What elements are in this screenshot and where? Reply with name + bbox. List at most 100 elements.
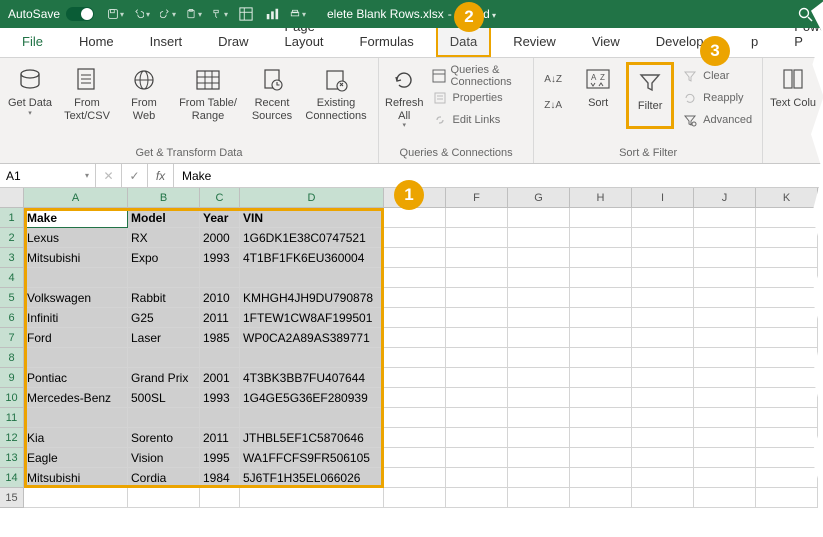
cell[interactable] xyxy=(446,328,508,348)
cell[interactable] xyxy=(756,448,818,468)
cell[interactable] xyxy=(756,328,818,348)
from-web-button[interactable]: From Web xyxy=(120,62,168,123)
cell[interactable]: WP0CA2A89AS389771 xyxy=(240,328,384,348)
cell[interactable] xyxy=(240,408,384,428)
cell[interactable] xyxy=(446,448,508,468)
col-header-g[interactable]: G xyxy=(508,188,570,207)
cancel-edit-icon[interactable]: ✕ xyxy=(96,164,122,187)
cell[interactable] xyxy=(756,268,818,288)
cell[interactable] xyxy=(756,208,818,228)
tab-help[interactable]: p xyxy=(737,26,772,57)
queries-connections-button[interactable]: Queries & Connections xyxy=(428,66,528,86)
cell[interactable]: 1995 xyxy=(200,448,240,468)
cell[interactable] xyxy=(756,428,818,448)
pivot-icon[interactable] xyxy=(238,6,254,22)
cell[interactable] xyxy=(632,268,694,288)
cell[interactable] xyxy=(570,348,632,368)
sort-button[interactable]: AZ Sort xyxy=(574,62,622,123)
from-table-range-button[interactable]: From Table/ Range xyxy=(172,62,244,123)
fx-icon[interactable]: fx xyxy=(148,164,174,187)
cell[interactable] xyxy=(24,408,128,428)
redo-icon[interactable] xyxy=(160,6,176,22)
cell[interactable]: Pontiac xyxy=(24,368,128,388)
cell[interactable] xyxy=(756,468,818,488)
cell[interactable] xyxy=(240,268,384,288)
cell[interactable] xyxy=(508,368,570,388)
format-painter-icon[interactable] xyxy=(212,6,228,22)
col-header-b[interactable]: B xyxy=(128,188,200,207)
cell[interactable] xyxy=(756,228,818,248)
cell[interactable]: Mitsubishi xyxy=(24,248,128,268)
sort-az-button[interactable]: A↓Z xyxy=(540,68,566,90)
cell[interactable] xyxy=(570,328,632,348)
cell[interactable] xyxy=(446,248,508,268)
cell[interactable] xyxy=(756,388,818,408)
col-header-i[interactable]: I xyxy=(632,188,694,207)
cell[interactable] xyxy=(128,488,200,508)
col-header-d[interactable]: D xyxy=(240,188,384,207)
refresh-all-button[interactable]: Refresh All xyxy=(385,62,424,130)
cell[interactable] xyxy=(694,428,756,448)
cell[interactable] xyxy=(694,448,756,468)
col-header-f[interactable]: F xyxy=(446,188,508,207)
row-header[interactable]: 8 xyxy=(0,348,24,368)
cell[interactable]: G25 xyxy=(128,308,200,328)
cell[interactable]: 500SL xyxy=(128,388,200,408)
cell[interactable]: RX xyxy=(128,228,200,248)
cell[interactable] xyxy=(570,368,632,388)
cell[interactable] xyxy=(384,388,446,408)
row-header[interactable]: 14 xyxy=(0,468,24,488)
save-icon[interactable] xyxy=(108,6,124,22)
tab-view[interactable]: View xyxy=(578,26,634,57)
select-all-corner[interactable] xyxy=(0,188,24,207)
cell[interactable] xyxy=(446,288,508,308)
cell[interactable] xyxy=(632,348,694,368)
cell[interactable] xyxy=(570,208,632,228)
cell[interactable] xyxy=(508,308,570,328)
cell[interactable] xyxy=(632,448,694,468)
cell[interactable] xyxy=(632,228,694,248)
cell[interactable] xyxy=(384,208,446,228)
confirm-edit-icon[interactable]: ✓ xyxy=(122,164,148,187)
cell[interactable]: 4T3BK3BB7FU407644 xyxy=(240,368,384,388)
cell[interactable] xyxy=(446,468,508,488)
cell[interactable] xyxy=(128,268,200,288)
cell[interactable] xyxy=(570,288,632,308)
cell[interactable] xyxy=(694,248,756,268)
tab-draw[interactable]: Draw xyxy=(204,26,262,57)
cell[interactable] xyxy=(756,408,818,428)
cell[interactable] xyxy=(570,428,632,448)
cell[interactable] xyxy=(756,308,818,328)
cell[interactable] xyxy=(128,408,200,428)
cell[interactable] xyxy=(570,468,632,488)
cell[interactable] xyxy=(508,408,570,428)
autosave-toggle[interactable]: AutoSave xyxy=(8,7,94,21)
cell[interactable]: 1984 xyxy=(200,468,240,488)
cell[interactable] xyxy=(508,488,570,508)
tab-home[interactable]: Home xyxy=(65,26,128,57)
cell[interactable] xyxy=(446,408,508,428)
cell[interactable] xyxy=(632,208,694,228)
cell[interactable] xyxy=(508,348,570,368)
cell[interactable] xyxy=(694,268,756,288)
cell[interactable]: 2000 xyxy=(200,228,240,248)
cell[interactable] xyxy=(694,328,756,348)
cell[interactable] xyxy=(756,368,818,388)
cell[interactable] xyxy=(508,468,570,488)
cell[interactable] xyxy=(632,248,694,268)
row-header[interactable]: 6 xyxy=(0,308,24,328)
cell[interactable]: Infiniti xyxy=(24,308,128,328)
cell[interactable]: Model xyxy=(128,208,200,228)
cell[interactable]: Year xyxy=(200,208,240,228)
cell[interactable]: Laser xyxy=(128,328,200,348)
cell[interactable] xyxy=(384,288,446,308)
cell[interactable] xyxy=(694,348,756,368)
tab-insert[interactable]: Insert xyxy=(136,26,197,57)
cell[interactable]: 4T1BF1FK6EU360004 xyxy=(240,248,384,268)
recent-sources-button[interactable]: Recent Sources xyxy=(248,62,296,123)
cell[interactable] xyxy=(384,428,446,448)
tab-file[interactable]: File xyxy=(8,26,57,57)
cell[interactable]: 1G4GE5G36EF280939 xyxy=(240,388,384,408)
tab-review[interactable]: Review xyxy=(499,26,570,57)
reapply-button[interactable]: Reapply xyxy=(678,88,756,108)
